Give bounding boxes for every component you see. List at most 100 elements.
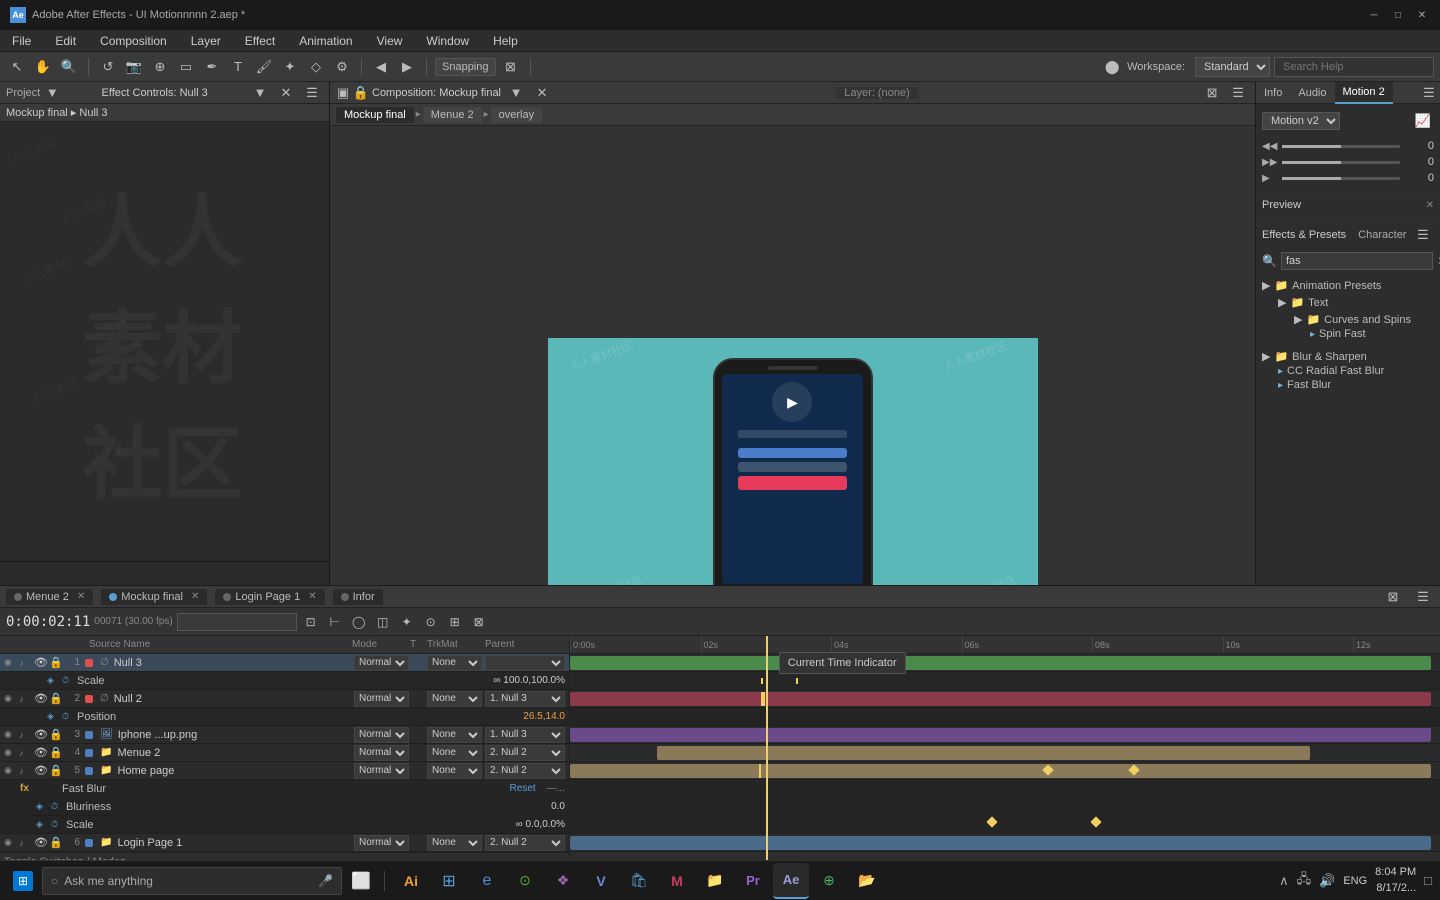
- layer-4-mode[interactable]: Normal: [354, 745, 409, 761]
- motion-slider-1[interactable]: [1282, 145, 1400, 148]
- layer-1-vis[interactable]: 👁: [34, 656, 46, 669]
- app-illustrator[interactable]: Ai: [393, 863, 429, 899]
- layer-row-2[interactable]: ◉ ♪ 👁 🔒 2 ∅ Null 2 Normal None 1. Null 3: [0, 690, 569, 708]
- scale-sub-stopwatch[interactable]: ⏱: [51, 819, 63, 830]
- layer-2-sub-stopwatch[interactable]: ⏱: [62, 711, 74, 722]
- layer-4-solo[interactable]: ◉: [4, 747, 16, 758]
- tl-maximize-btn[interactable]: ⊠: [1382, 586, 1404, 608]
- layer-2-parent[interactable]: 1. Null 3: [485, 691, 565, 707]
- layer-2-vis[interactable]: 👁: [34, 692, 46, 705]
- search-bar[interactable]: ○ Ask me anything 🎤: [42, 867, 342, 895]
- panel-close-btn[interactable]: ✕: [275, 82, 297, 104]
- layer-5-trkmat[interactable]: None: [427, 763, 482, 779]
- layer-row-4[interactable]: ◉ ♪ 👁 🔒 4 📁 Menue 2 Normal None 2. Null …: [0, 744, 569, 762]
- tool-mask[interactable]: ▭: [175, 56, 197, 78]
- tl-btn-3[interactable]: ◯: [349, 612, 369, 632]
- tl-btn-8[interactable]: ⊠: [469, 612, 489, 632]
- tool-pan[interactable]: ⊕: [149, 56, 171, 78]
- tool-eraser[interactable]: ◇: [305, 56, 327, 78]
- motion-slider-2[interactable]: [1282, 161, 1400, 164]
- layer-row-3[interactable]: ◉ ♪ 👁 🔒 3 🖼 Iphone ...up.png Normal None…: [0, 726, 569, 744]
- layer-3-trkmat[interactable]: None: [427, 727, 482, 743]
- app-browser[interactable]: ⊙: [507, 863, 543, 899]
- app-premiere[interactable]: Pr: [735, 863, 771, 899]
- tab-info[interactable]: Info: [1256, 82, 1290, 104]
- tl-search-input[interactable]: [177, 613, 297, 631]
- layer-3-vis[interactable]: 👁: [34, 728, 46, 741]
- layer-5-audio[interactable]: ♪: [19, 766, 31, 776]
- layer-5-solo[interactable]: ◉: [4, 765, 16, 776]
- tl-btn-2[interactable]: ⊢: [325, 612, 345, 632]
- layer-1-solo[interactable]: ◉: [4, 657, 16, 668]
- effects-search-input[interactable]: [1281, 252, 1433, 270]
- comp-panel-close[interactable]: ✕: [531, 82, 553, 104]
- layer-5-vis[interactable]: 👁: [34, 764, 46, 777]
- blur-anim[interactable]: ◈: [36, 801, 48, 812]
- layer-1-audio[interactable]: ♪: [19, 658, 31, 668]
- motion-graph-btn[interactable]: 📈: [1412, 110, 1434, 132]
- tl-btn-4[interactable]: ◫: [373, 612, 393, 632]
- app-m[interactable]: M: [659, 863, 695, 899]
- layer-3-solo[interactable]: ◉: [4, 729, 16, 740]
- menu-animation[interactable]: Animation: [295, 32, 356, 50]
- tab-audio[interactable]: Audio: [1290, 82, 1334, 104]
- layer-1-sub-stopwatch[interactable]: ⏱: [62, 675, 74, 686]
- tray-language[interactable]: ENG: [1343, 875, 1367, 887]
- app-edge[interactable]: e: [469, 863, 505, 899]
- layer-3-mode[interactable]: Normal: [354, 727, 409, 743]
- comp-tab-overlay[interactable]: overlay: [491, 107, 542, 123]
- start-button[interactable]: ⊞: [8, 866, 38, 896]
- tool-clone[interactable]: ✦: [279, 56, 301, 78]
- layer-2-trkmat[interactable]: None: [427, 691, 482, 707]
- layer-4-lock[interactable]: 🔒: [49, 746, 61, 759]
- minimize-button[interactable]: ─: [1366, 7, 1382, 23]
- tl-close-menue2[interactable]: ✕: [77, 591, 85, 602]
- layer-row-6[interactable]: ◉ ♪ 👁 🔒 6 📁 Login Page 1 Normal None 2. …: [0, 834, 569, 852]
- scale-sub-anim[interactable]: ◈: [36, 819, 48, 830]
- tool-arrow-r[interactable]: ▶: [396, 56, 418, 78]
- close-button[interactable]: ✕: [1414, 7, 1430, 23]
- tool-select[interactable]: ↖: [6, 56, 28, 78]
- tl-tab-menue2[interactable]: Menue 2 ✕: [6, 589, 93, 605]
- layer-2-lock[interactable]: 🔒: [49, 692, 61, 705]
- layer-3-lock[interactable]: 🔒: [49, 728, 61, 741]
- tl-close-mockup[interactable]: ✕: [191, 591, 199, 602]
- tl-btn-1[interactable]: ⊡: [301, 612, 321, 632]
- menu-effect[interactable]: Effect: [241, 32, 279, 50]
- mic-icon[interactable]: 🎤: [318, 874, 333, 888]
- anim-presets-chevron[interactable]: ▶: [1262, 279, 1270, 292]
- layer-1-lock[interactable]: 🔒: [49, 656, 61, 669]
- tl-tab-mockup[interactable]: Mockup final ✕: [101, 589, 207, 605]
- menu-layer[interactable]: Layer: [187, 32, 225, 50]
- app-store[interactable]: 🛍: [621, 863, 657, 899]
- effects-menu-btn[interactable]: ☰: [1412, 224, 1434, 246]
- fx-reset[interactable]: Reset: [510, 783, 536, 794]
- project-menu-btn[interactable]: ▼: [44, 85, 60, 101]
- layer-6-mode[interactable]: Normal: [354, 835, 409, 851]
- tool-puppet[interactable]: ⚙: [331, 56, 353, 78]
- tl-btn-5[interactable]: ✦: [397, 612, 417, 632]
- tray-network[interactable]: 🖧: [1297, 870, 1312, 892]
- search-help-input[interactable]: [1274, 57, 1434, 77]
- cc-radial-item[interactable]: ▸ CC Radial Fast Blur: [1278, 364, 1434, 378]
- app-grid[interactable]: ⊞: [431, 863, 467, 899]
- comp-panel-dropdown[interactable]: ▼: [505, 82, 527, 104]
- layer-5-lock[interactable]: 🔒: [49, 764, 61, 777]
- tool-camera[interactable]: 📷: [123, 56, 145, 78]
- layer-2-solo[interactable]: ◉: [4, 693, 16, 704]
- tl-tab-login[interactable]: Login Page 1 ✕: [215, 589, 324, 605]
- layer-3-audio[interactable]: ♪: [19, 730, 31, 740]
- blur-chevron[interactable]: ▶: [1262, 350, 1270, 363]
- layer-4-trkmat[interactable]: None: [427, 745, 482, 761]
- tl-btn-7[interactable]: ⊞: [445, 612, 465, 632]
- menu-file[interactable]: File: [8, 32, 35, 50]
- tl-menu-btn[interactable]: ☰: [1412, 586, 1434, 608]
- app-vs[interactable]: V: [583, 863, 619, 899]
- tool-brush[interactable]: 🖌: [253, 56, 275, 78]
- windows-icon[interactable]: ⊞: [13, 871, 33, 891]
- preview-close[interactable]: ✕: [1426, 200, 1434, 211]
- snapping-label[interactable]: Snapping: [435, 58, 496, 76]
- fast-blur-item[interactable]: ▸ Fast Blur: [1278, 378, 1434, 392]
- comp-tab-menue2[interactable]: Menue 2: [423, 107, 482, 123]
- tl-current-time[interactable]: 0:00:02:11: [6, 614, 90, 630]
